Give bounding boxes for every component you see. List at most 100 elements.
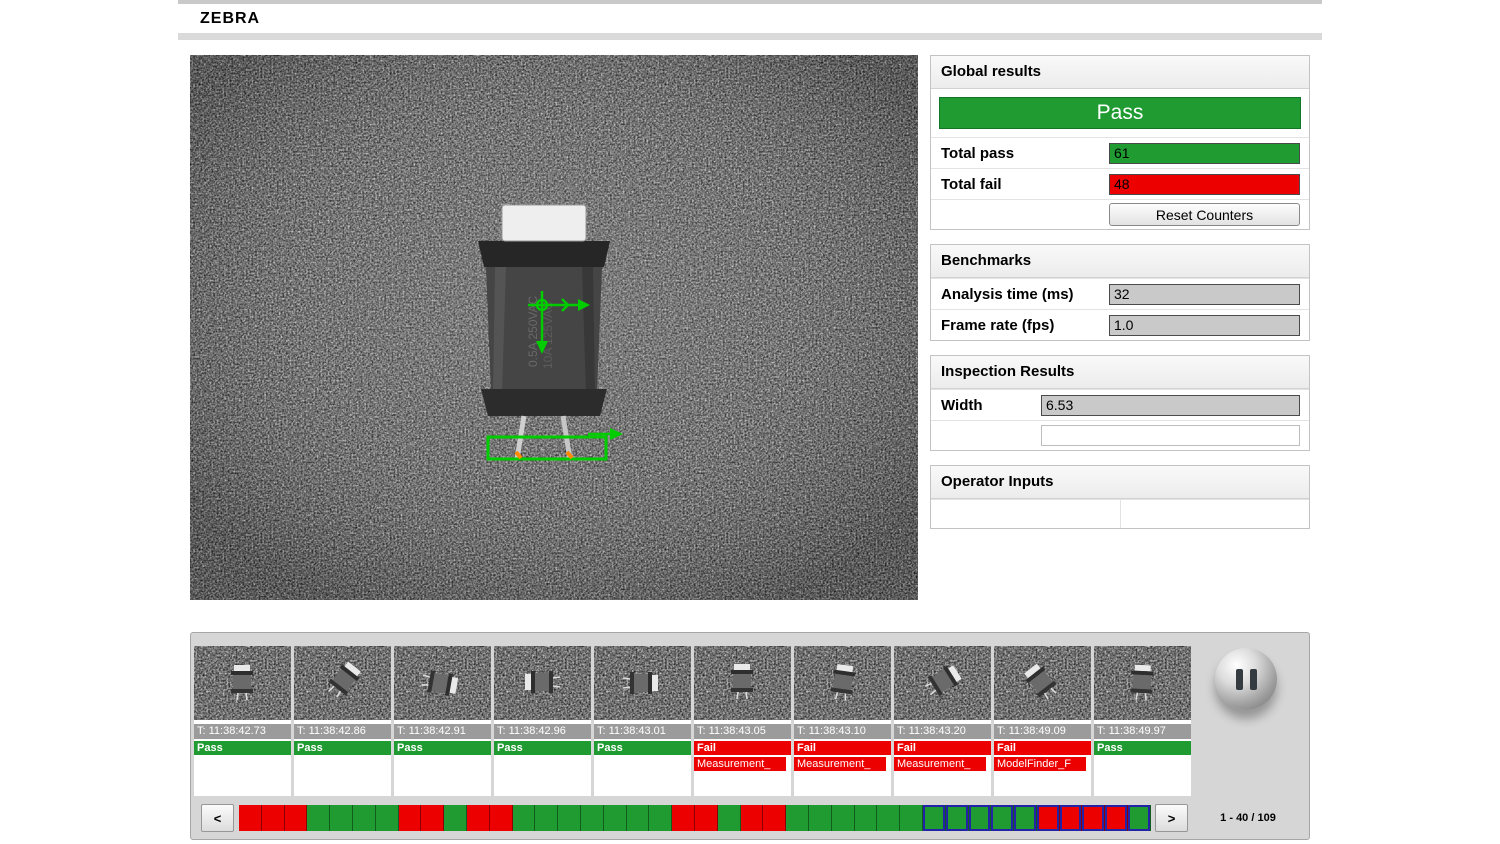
strip-segment[interactable] xyxy=(1128,805,1151,831)
thumbnail-timestamp: T: 11:38:42.86 xyxy=(294,724,391,739)
thumbnail-timestamp: T: 11:38:42.91 xyxy=(394,724,491,739)
width-label: Width xyxy=(931,397,1041,414)
frame-rate-value: 1.0 xyxy=(1109,315,1300,336)
filmstrip-panel: T: 11:38:42.73 Pass T: 11:38:42.86 Pass … xyxy=(190,632,1310,840)
strip-segment[interactable] xyxy=(627,805,650,831)
strip-segment[interactable] xyxy=(558,805,581,831)
thumbnail-item[interactable]: T: 11:38:42.91 Pass xyxy=(394,646,491,796)
reset-counters-button[interactable]: Reset Counters xyxy=(1109,203,1300,226)
strip-segment[interactable] xyxy=(490,805,513,831)
thumbnail-timestamp: T: 11:38:49.09 xyxy=(994,724,1091,739)
strip-segment[interactable] xyxy=(330,805,353,831)
strip-segment[interactable] xyxy=(832,805,855,831)
thumbnail-item[interactable]: T: 11:38:42.86 Pass xyxy=(294,646,391,796)
thumbnail-fail-detail: Measurement_ xyxy=(694,757,786,771)
total-pass-value: 61 xyxy=(1109,143,1300,164)
thumbnail-status: Fail xyxy=(894,741,991,755)
strip-segment[interactable] xyxy=(1082,805,1105,831)
strip-segment[interactable] xyxy=(1060,805,1083,831)
app-window: ZEBRA xyxy=(0,0,1500,844)
thumbnail-item[interactable]: T: 11:38:43.01 Pass xyxy=(594,646,691,796)
strip-segment[interactable] xyxy=(239,805,262,831)
global-results-title: Global results xyxy=(931,56,1309,89)
next-page-button[interactable]: > xyxy=(1155,804,1188,832)
zebra-logo: ZEBRA xyxy=(200,10,260,27)
strip-segment[interactable] xyxy=(786,805,809,831)
thumbnail-item[interactable]: T: 11:38:43.10 Fail Measurement_ xyxy=(794,646,891,796)
thumbnail-status: Pass xyxy=(294,741,391,755)
thumbnail-image xyxy=(794,646,891,720)
strip-segment[interactable] xyxy=(262,805,285,831)
thumbnail-timestamp: T: 11:38:42.96 xyxy=(494,724,591,739)
thumbnail-item[interactable]: T: 11:38:49.09 Fail ModelFinder_F xyxy=(994,646,1091,796)
pause-icon xyxy=(1250,669,1257,690)
strip-segment[interactable] xyxy=(991,805,1014,831)
thumbnail-timestamp: T: 11:38:43.10 xyxy=(794,724,891,739)
strip-segment[interactable] xyxy=(1014,805,1037,831)
thumbnail-image xyxy=(694,646,791,720)
strip-segment[interactable] xyxy=(1037,805,1060,831)
thumbnail-fail-detail: Measurement_ xyxy=(894,757,986,771)
thumbnail-status: Fail xyxy=(694,741,791,755)
thumbnail-status: Fail xyxy=(994,741,1091,755)
total-pass-label: Total pass xyxy=(931,145,1109,162)
thumbnail-image xyxy=(394,646,491,720)
strip-segment[interactable] xyxy=(969,805,992,831)
strip-segment[interactable] xyxy=(946,805,969,831)
strip-segment[interactable] xyxy=(444,805,467,831)
strip-segment[interactable] xyxy=(581,805,604,831)
strip-segment[interactable] xyxy=(718,805,741,831)
analysis-time-label: Analysis time (ms) xyxy=(931,286,1109,303)
global-status-banner: Pass xyxy=(939,97,1301,129)
strip-segment[interactable] xyxy=(604,805,627,831)
operator-inputs-section: Operator Inputs xyxy=(930,465,1310,529)
strip-segment[interactable] xyxy=(1105,805,1128,831)
strip-segment[interactable] xyxy=(467,805,490,831)
operator-inputs-title: Operator Inputs xyxy=(931,466,1309,499)
strip-segment[interactable] xyxy=(307,805,330,831)
thumbnail-item[interactable]: T: 11:38:49.97 Pass xyxy=(1094,646,1191,796)
thumbnail-status: Pass xyxy=(394,741,491,755)
thumbnail-item[interactable]: T: 11:38:42.96 Pass xyxy=(494,646,591,796)
analysis-time-value: 32 xyxy=(1109,284,1300,305)
thumbnail-item[interactable]: T: 11:38:43.20 Fail Measurement_ xyxy=(894,646,991,796)
operator-input-cell-2 xyxy=(1121,500,1310,528)
strip-segment[interactable] xyxy=(809,805,832,831)
camera-view: 0.5A 250VAC 10A 125VAC xyxy=(190,55,918,600)
thumbnail-timestamp: T: 11:38:43.20 xyxy=(894,724,991,739)
strip-segment[interactable] xyxy=(535,805,558,831)
strip-segment[interactable] xyxy=(353,805,376,831)
page-range-label: 1 - 40 / 109 xyxy=(1198,804,1298,832)
thumbnail-item[interactable]: T: 11:38:42.73 Pass xyxy=(194,646,291,796)
frame-rate-label: Frame rate (fps) xyxy=(931,317,1109,334)
thumbnail-timestamp: T: 11:38:43.01 xyxy=(594,724,691,739)
strip-segment[interactable] xyxy=(399,805,422,831)
strip-segment[interactable] xyxy=(285,805,308,831)
strip-segment[interactable] xyxy=(421,805,444,831)
strip-segment[interactable] xyxy=(763,805,786,831)
thumbnail-image xyxy=(494,646,591,720)
total-fail-value: 48 xyxy=(1109,174,1300,195)
strip-segment[interactable] xyxy=(695,805,718,831)
prev-page-button[interactable]: < xyxy=(201,804,234,832)
strip-segment[interactable] xyxy=(877,805,900,831)
strip-segment[interactable] xyxy=(900,805,923,831)
strip-segment[interactable] xyxy=(649,805,672,831)
thumbnail-image xyxy=(594,646,691,720)
strip-segment[interactable] xyxy=(855,805,878,831)
width-value: 6.53 xyxy=(1041,395,1300,416)
strip-segment[interactable] xyxy=(923,805,946,831)
results-panel: Global results Pass Total pass 61 Total … xyxy=(930,55,1310,543)
strip-segment[interactable] xyxy=(513,805,536,831)
strip-segment[interactable] xyxy=(376,805,399,831)
header-divider xyxy=(178,33,1322,40)
pause-icon xyxy=(1236,669,1243,690)
thumbnail-status: Pass xyxy=(1094,741,1191,755)
thumbnail-item[interactable]: T: 11:38:43.05 Fail Measurement_ xyxy=(694,646,791,796)
global-results-section: Global results Pass Total pass 61 Total … xyxy=(930,55,1310,230)
pause-button[interactable] xyxy=(1215,648,1277,710)
camera-image: 0.5A 250VAC 10A 125VAC xyxy=(190,55,918,600)
strip-segment[interactable] xyxy=(741,805,764,831)
thumbnail-image xyxy=(1094,646,1191,720)
strip-segment[interactable] xyxy=(672,805,695,831)
